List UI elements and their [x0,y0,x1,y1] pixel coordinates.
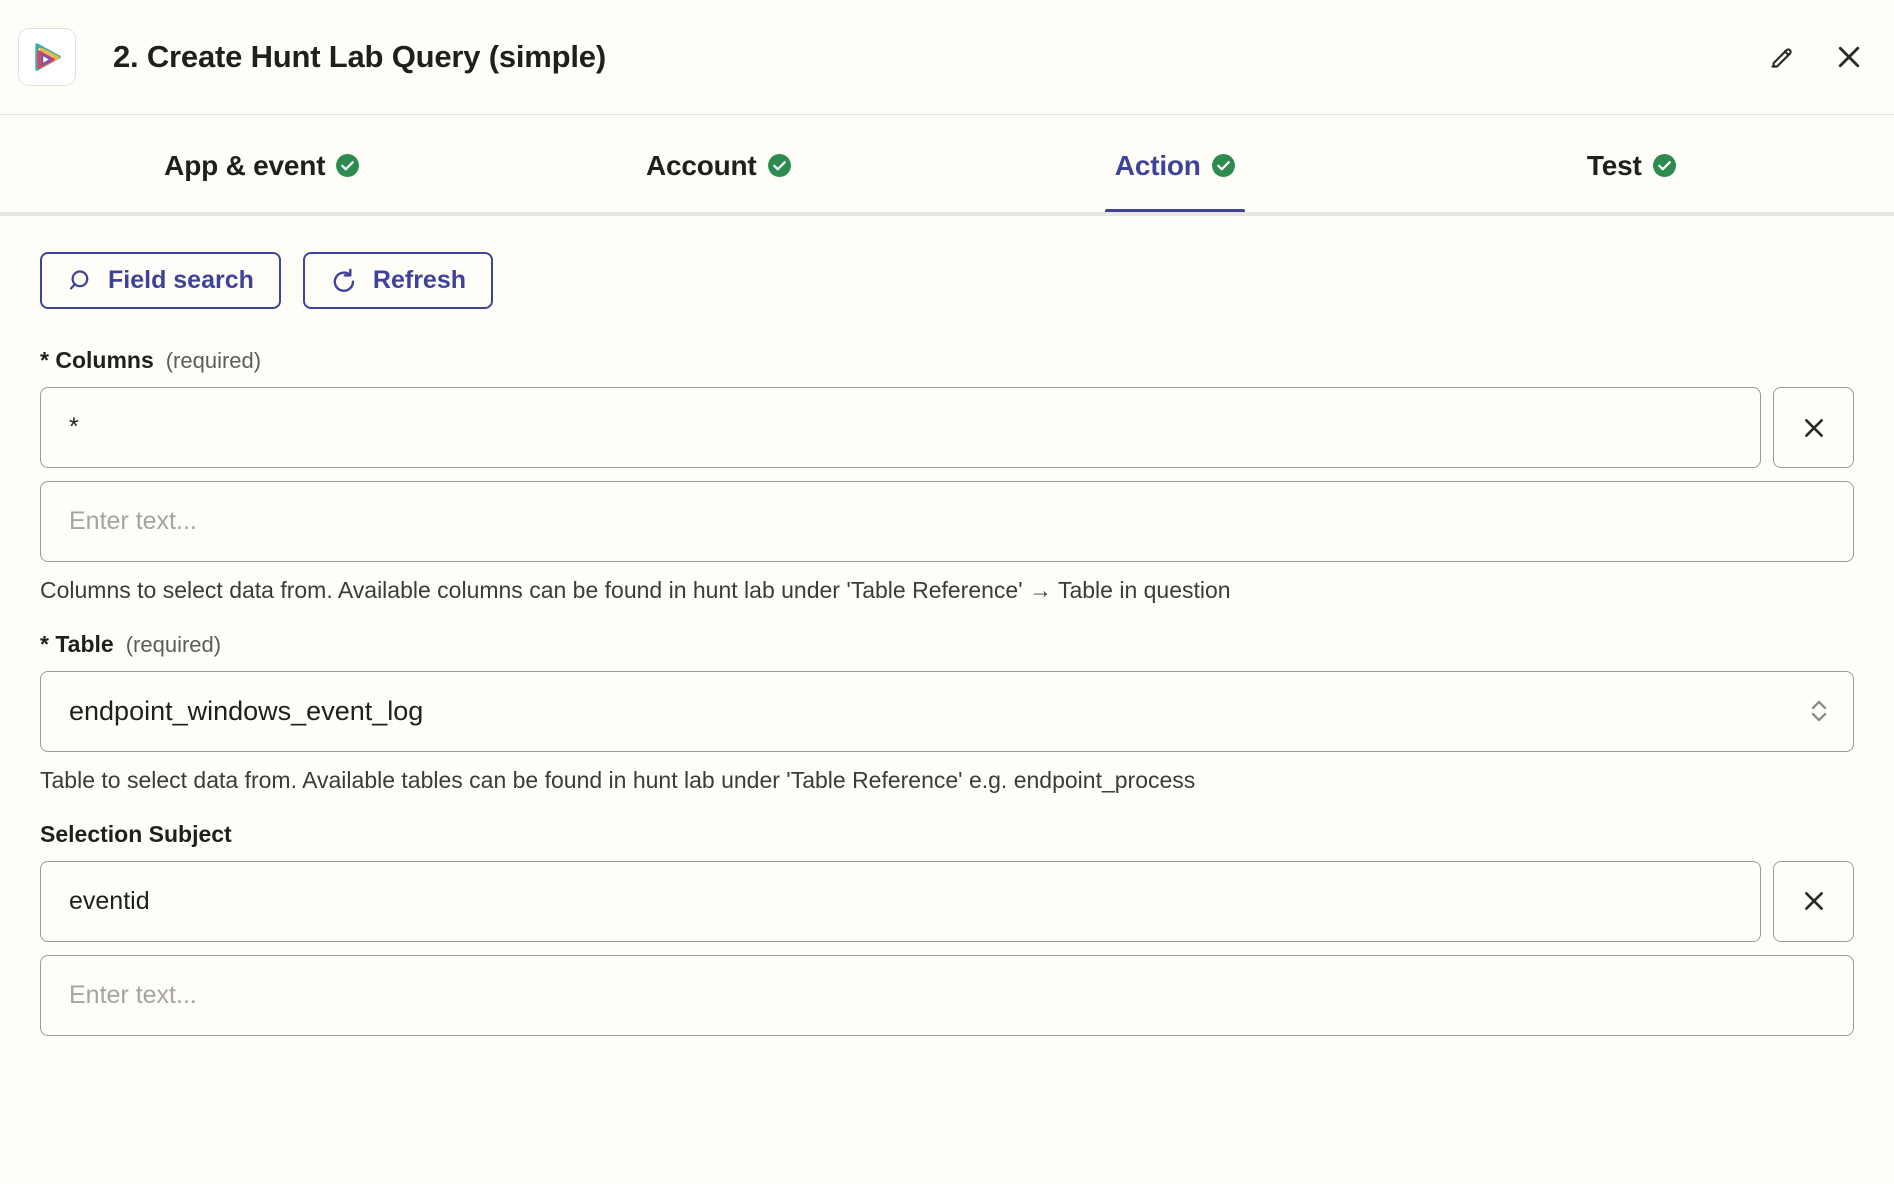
selection-subject-extra-input[interactable] [40,954,1854,1036]
table-required-note: (required) [125,631,222,657]
tabs-divider [0,212,1894,216]
tab-label: Action [1114,149,1201,181]
tab-label: App & event [164,149,326,181]
columns-clear-button[interactable] [1773,387,1854,468]
close-icon [1804,892,1823,910]
columns-label: * Columns (required) [40,347,1854,374]
table-select-wrap [40,670,1854,752]
tab-app-and-event[interactable]: App & event [34,115,491,216]
refresh-label: Refresh [372,266,466,294]
refresh-ccw-icon [333,268,355,292]
columns-input[interactable] [40,387,1761,468]
tabs-list: App & event Account Action Test [0,115,1894,216]
edit-step-button[interactable] [1764,40,1798,74]
search-icon [69,270,89,290]
check-circle-icon [767,154,791,177]
columns-label-text: * Columns [40,347,154,373]
selection-subject-label: Selection Subject [40,821,1854,848]
action-form: Field search Refresh * Columns (required… [0,216,1894,1184]
check-circle-icon [336,154,360,177]
table-label-text: * Table [40,630,114,657]
table-select-input[interactable] [40,670,1854,752]
tab-action[interactable]: Action [947,115,1404,216]
columns-helper-text: Columns to select data from. Available c… [40,577,1231,603]
tab-account[interactable]: Account [491,115,948,216]
field-selection-subject: Selection Subject [40,821,1854,1036]
field-search-label: Field search [108,266,254,294]
columns-extra-input[interactable] [40,481,1854,562]
close-icon [1804,418,1823,437]
close-icon [1838,46,1860,68]
check-circle-icon [1652,154,1676,177]
columns-extra-input-row [40,481,1854,562]
step-header: 2. Create Hunt Lab Query (simple) [0,0,1894,115]
field-table: * Table (required) Table to select data … [40,631,1854,795]
page-title: 2. Create Hunt Lab Query (simple) [113,39,606,74]
selection-subject-input-row [40,860,1854,942]
tab-label: Test [1586,149,1642,181]
step-tabs: App & event Account Action Test [0,115,1894,216]
selection-subject-extra-input-row [40,954,1854,1036]
field-columns: * Columns (required) Columns to select d… [40,347,1854,605]
selection-subject-input[interactable] [40,860,1761,942]
tab-label: Account [645,149,757,181]
table-label: * Table (required) [40,631,1854,658]
close-window-button[interactable] [1832,40,1866,74]
pencil-icon [1770,48,1792,68]
form-toolbar: Field search Refresh [40,252,1854,309]
columns-required-note: (required) [165,348,262,373]
field-search-button[interactable]: Field search [40,252,281,309]
selection-subject-label-text: Selection Subject [40,820,232,847]
app-logo [18,28,76,86]
table-helper-text: Table to select data from. Available tab… [40,766,1196,793]
selection-subject-clear-button[interactable] [1773,860,1854,942]
tab-test[interactable]: Test [1404,115,1861,216]
header-actions [1764,40,1866,74]
check-circle-icon [1211,154,1235,177]
zap-editor-window: 2. Create Hunt Lab Query (simple) App & … [0,0,1894,1184]
refresh-button[interactable]: Refresh [302,252,493,309]
columns-input-row [40,387,1854,468]
penrose-triangle-play-logo-icon [35,43,61,71]
